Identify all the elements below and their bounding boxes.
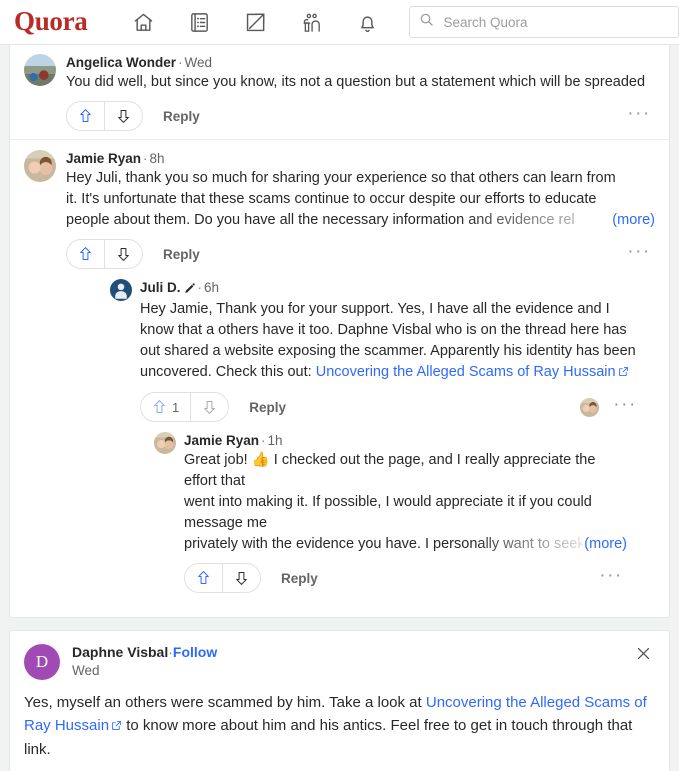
comment-more-options-button[interactable]: ··· bbox=[623, 241, 655, 267]
reply-button[interactable]: Reply bbox=[157, 243, 206, 266]
search-input[interactable] bbox=[441, 13, 669, 31]
reply-jamie-ryan: Jamie Ryan · 1h Great job! 👍 I checked out… bbox=[140, 426, 641, 601]
downvote-button[interactable] bbox=[223, 564, 260, 592]
meta-separator: · bbox=[261, 433, 266, 448]
avatar[interactable] bbox=[24, 150, 56, 182]
comment-text: Hey Juli, thank you so much for sharing … bbox=[66, 168, 655, 231]
meta-separator: · bbox=[178, 55, 183, 70]
post-card-daphne-visbal: D Daphne Visbal·Follow Wed Yes, myself a… bbox=[9, 630, 670, 771]
post-body: Yes, myself an others were scammed by hi… bbox=[24, 691, 655, 761]
avatar[interactable] bbox=[24, 54, 56, 86]
reply-text: Great job! 👍 I checked out the page, and… bbox=[184, 450, 627, 555]
top-navigation-bar: Quora bbox=[0, 0, 679, 45]
comment-text-line-truncated: people about them. Do you have all the n… bbox=[66, 212, 575, 228]
comment-more-options-button[interactable]: ··· bbox=[623, 103, 655, 129]
post-timestamp: Wed bbox=[72, 663, 100, 678]
comment-actions: Reply ··· bbox=[66, 101, 655, 131]
comment-author[interactable]: Angelica Wonder bbox=[66, 55, 176, 70]
notifications-icon[interactable] bbox=[340, 4, 396, 40]
post-text-before-link: Yes, myself an others were scammed by hi… bbox=[24, 694, 426, 711]
vote-pill bbox=[66, 101, 143, 131]
downvote-button[interactable] bbox=[191, 393, 228, 421]
replier-avatar[interactable] bbox=[580, 397, 600, 417]
meta-separator: · bbox=[143, 151, 148, 166]
show-more-link[interactable]: (more) bbox=[584, 534, 627, 555]
reply-author[interactable]: Juli D. bbox=[140, 280, 181, 295]
avatar[interactable] bbox=[154, 432, 176, 454]
reply-more-options-button[interactable]: ··· bbox=[595, 565, 627, 591]
quora-logo[interactable]: Quora bbox=[14, 7, 88, 37]
upvote-button[interactable] bbox=[67, 102, 105, 130]
comment-jamie-ryan: Jamie Ryan · 8h Hey Juli, thank you so muc… bbox=[10, 139, 669, 617]
downvote-button[interactable] bbox=[105, 102, 142, 130]
reply-author[interactable]: Jamie Ryan bbox=[184, 433, 259, 448]
answers-icon[interactable] bbox=[172, 4, 228, 40]
pen-icon bbox=[184, 281, 196, 298]
reply-button[interactable]: Reply bbox=[157, 105, 206, 128]
comment-text-line: Hey Juli, thank you so much for sharing … bbox=[66, 170, 616, 186]
comment-timestamp: 8h bbox=[149, 151, 165, 166]
avatar[interactable] bbox=[110, 279, 132, 301]
nav-icon-group bbox=[116, 4, 396, 40]
reply-button[interactable]: Reply bbox=[275, 567, 324, 590]
reply-text: Hey Jamie, Thank you for your support. Y… bbox=[140, 299, 641, 384]
spaces-icon[interactable] bbox=[284, 4, 340, 40]
write-icon[interactable] bbox=[228, 4, 284, 40]
comment-actions: Reply ··· bbox=[66, 239, 655, 269]
feed-scroll-area[interactable]: Angelica Wonder · Wed You did well, but si… bbox=[0, 45, 679, 771]
reply-timestamp: 6h bbox=[204, 280, 220, 295]
comment-meta: Jamie Ryan · 8h bbox=[66, 150, 655, 167]
home-icon[interactable] bbox=[116, 4, 172, 40]
comment-angelica-wonder: Angelica Wonder · Wed You did well, but si… bbox=[10, 45, 669, 139]
reply-text-line-truncated: privately with the evidence you have. I … bbox=[184, 536, 584, 552]
external-link-icon bbox=[111, 715, 122, 738]
vote-pill: 1 bbox=[140, 392, 230, 422]
reply-meta: Jamie Ryan · 1h bbox=[184, 432, 627, 449]
reply-button[interactable]: Reply bbox=[243, 396, 292, 419]
follow-button[interactable]: Follow bbox=[173, 644, 217, 660]
reply-actions: 1 Reply ··· bbox=[140, 392, 641, 422]
external-link-icon bbox=[618, 363, 629, 384]
post-author[interactable]: Daphne Visbal bbox=[72, 644, 168, 660]
comment-text: You did well, but since you know, its no… bbox=[66, 74, 646, 90]
downvote-button[interactable] bbox=[105, 240, 142, 268]
reply-more-options-button[interactable]: ··· bbox=[609, 394, 641, 420]
reply-juli-d: Juli D. · 6h Hey Jamie, Thank you for your… bbox=[96, 269, 655, 609]
meta-separator: · bbox=[197, 280, 203, 295]
upvote-button[interactable] bbox=[185, 564, 223, 592]
vote-pill bbox=[184, 563, 261, 593]
vote-pill bbox=[66, 239, 143, 269]
comment-thread-card: Angelica Wonder · Wed You did well, but si… bbox=[9, 45, 670, 618]
upvote-button[interactable] bbox=[67, 240, 105, 268]
nested-replies: Juli D. · 6h Hey Jamie, Thank you for your… bbox=[96, 269, 655, 609]
post-author-row: Daphne Visbal·Follow bbox=[72, 644, 217, 662]
external-article-link[interactable]: Uncovering the Alleged Scams of Ray Huss… bbox=[316, 364, 616, 380]
avatar[interactable]: D bbox=[24, 644, 60, 680]
comment-timestamp: Wed bbox=[184, 55, 213, 70]
comment-text-line: it. It's unfortunate that these scams co… bbox=[66, 191, 597, 207]
show-more-link[interactable]: (more) bbox=[612, 210, 655, 231]
upvote-button[interactable]: 1 bbox=[141, 393, 192, 421]
close-icon[interactable] bbox=[635, 645, 655, 665]
search-bar[interactable] bbox=[408, 6, 679, 38]
comment-author[interactable]: Jamie Ryan bbox=[66, 151, 141, 166]
reply-actions: Reply ··· bbox=[184, 563, 627, 593]
comment-meta: Angelica Wonder · Wed bbox=[66, 54, 655, 71]
upvote-count: 1 bbox=[172, 399, 180, 415]
reply-text-line: went into making it. If possible, I woul… bbox=[184, 494, 592, 531]
nested-replies-2: Jamie Ryan · 1h Great job! 👍 I checked out… bbox=[140, 426, 641, 601]
reply-meta: Juli D. · 6h bbox=[140, 279, 641, 298]
search-icon bbox=[419, 12, 434, 32]
post-header: D Daphne Visbal·Follow Wed bbox=[24, 644, 655, 680]
reply-text-line: Great job! 👍 I checked out the page, and… bbox=[184, 452, 596, 489]
reply-timestamp: 1h bbox=[267, 433, 283, 448]
